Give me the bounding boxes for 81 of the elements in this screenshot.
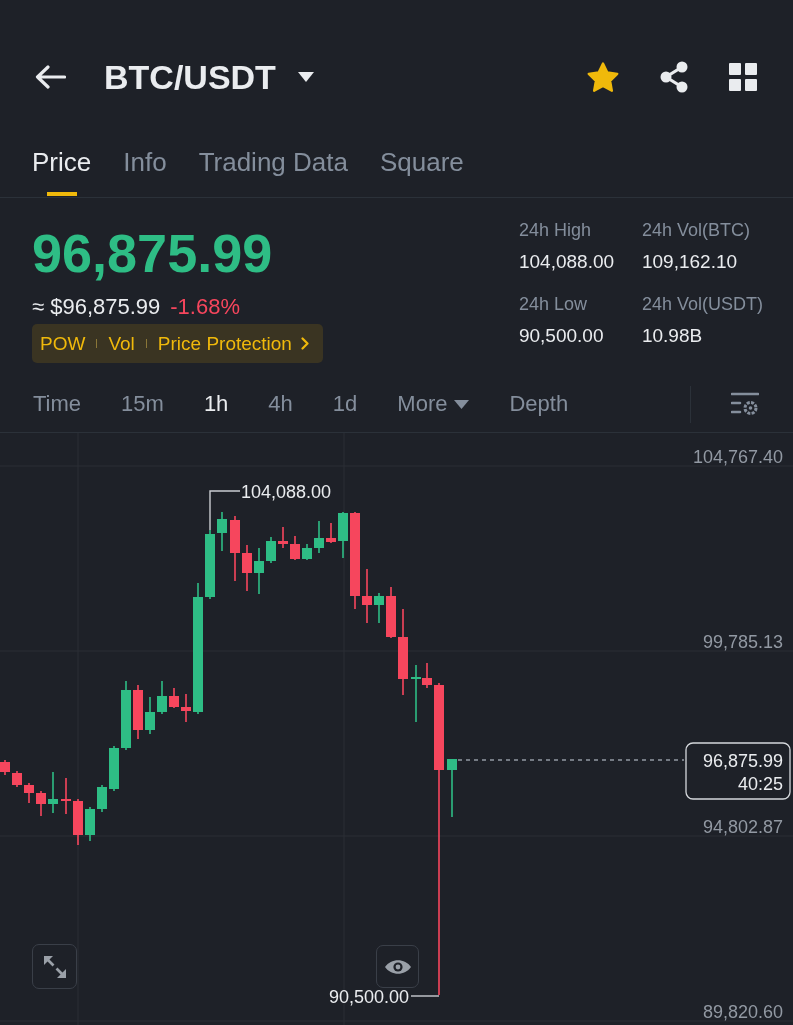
falling-candle bbox=[242, 544, 252, 592]
rising-candle bbox=[447, 758, 457, 818]
rising-candle bbox=[97, 784, 107, 813]
rising-candle bbox=[411, 664, 421, 723]
tab[interactable]: Info bbox=[123, 147, 167, 197]
stat-value: 104,088.00 bbox=[518, 250, 616, 274]
more-menu-button[interactable]: More bbox=[397, 390, 470, 418]
falling-candle bbox=[422, 662, 432, 689]
falling-candle bbox=[326, 522, 336, 544]
interval-tab[interactable]: Depth bbox=[509, 390, 569, 418]
rising-candle bbox=[205, 529, 215, 600]
tag: Vol bbox=[108, 332, 135, 355]
back-arrow-icon[interactable] bbox=[35, 65, 66, 89]
interval-tab[interactable]: 1d bbox=[332, 390, 358, 418]
rising-candle bbox=[157, 680, 167, 715]
interval-tab[interactable]: 1h bbox=[203, 390, 229, 418]
rising-candle bbox=[121, 680, 131, 751]
settings-icon[interactable] bbox=[731, 391, 759, 417]
caret-icon bbox=[297, 72, 314, 82]
falling-candle bbox=[0, 759, 10, 776]
countdown-timer: 40:25 bbox=[737, 774, 783, 794]
price-protection-link[interactable]: Price Protection bbox=[157, 332, 309, 355]
visibility-button[interactable] bbox=[376, 945, 419, 988]
fullscreen-button[interactable] bbox=[32, 944, 77, 989]
falling-candle bbox=[386, 586, 396, 639]
falling-candle bbox=[230, 515, 240, 582]
leader-line bbox=[410, 995, 440, 997]
falling-candle bbox=[181, 693, 191, 723]
price-axis-label: 94,802.87 bbox=[702, 816, 783, 837]
rising-candle bbox=[85, 806, 95, 842]
rising-candle bbox=[374, 592, 384, 624]
stat-value: 109,162.10 bbox=[641, 250, 739, 274]
price-axis-label: 99,785.13 bbox=[702, 631, 783, 652]
low-price-label: 90,500.00 bbox=[328, 986, 409, 1007]
interval-tab[interactable]: 15m bbox=[121, 390, 164, 418]
tag: POW bbox=[40, 332, 86, 355]
interval-tab[interactable]: Time bbox=[33, 390, 82, 418]
rising-candle bbox=[314, 520, 324, 554]
grid-icon[interactable] bbox=[729, 63, 757, 91]
falling-candle bbox=[290, 535, 300, 561]
rising-candle bbox=[48, 771, 58, 814]
pair-selector[interactable]: BTC/USDT bbox=[104, 57, 314, 97]
rising-candle bbox=[302, 543, 312, 561]
share-icon[interactable] bbox=[659, 61, 689, 93]
price-change: -1.68% bbox=[170, 293, 240, 321]
rising-candle bbox=[254, 547, 264, 595]
stat-label: 24h High bbox=[518, 219, 592, 242]
stat-value: 10.98B bbox=[641, 324, 704, 348]
rising-candle bbox=[145, 696, 155, 735]
leader-line bbox=[209, 490, 241, 531]
last-price: 96,875.99 bbox=[32, 223, 273, 283]
tab[interactable]: Trading Data bbox=[198, 147, 348, 197]
stat-label: 24h Vol(BTC) bbox=[641, 219, 751, 242]
falling-candle bbox=[61, 777, 71, 815]
stat-label: 24h Low bbox=[518, 293, 588, 316]
tab[interactable]: Square bbox=[379, 147, 464, 197]
falling-candle bbox=[36, 790, 46, 817]
interval-tab[interactable]: 4h bbox=[268, 390, 293, 418]
falling-candle bbox=[73, 798, 83, 846]
price-axis-label: 104,767.40 bbox=[692, 446, 783, 467]
rising-candle bbox=[338, 511, 348, 559]
falling-candle bbox=[169, 687, 179, 709]
fiat-price: ≈ $96,875.99 bbox=[32, 293, 161, 321]
falling-candle bbox=[12, 770, 22, 788]
caret-icon bbox=[454, 399, 470, 409]
rising-candle bbox=[109, 745, 119, 792]
stat-label: 24h Vol(USDT) bbox=[641, 293, 763, 316]
chevron-icon bbox=[300, 337, 309, 350]
high-price-label: 104,088.00 bbox=[241, 481, 332, 502]
rising-candle bbox=[217, 511, 227, 552]
falling-candle bbox=[362, 568, 372, 624]
last-price-value: 96,875.99 bbox=[702, 751, 783, 771]
star-icon[interactable] bbox=[587, 61, 619, 93]
falling-candle bbox=[133, 684, 143, 740]
eye-icon bbox=[383, 957, 412, 976]
falling-candle bbox=[24, 782, 34, 804]
expand-arrows-icon bbox=[42, 954, 67, 979]
falling-candle bbox=[278, 526, 288, 549]
price-axis-label: 89,820.60 bbox=[702, 1001, 783, 1022]
stat-value: 90,500.00 bbox=[518, 324, 605, 348]
rising-candle bbox=[266, 536, 276, 564]
